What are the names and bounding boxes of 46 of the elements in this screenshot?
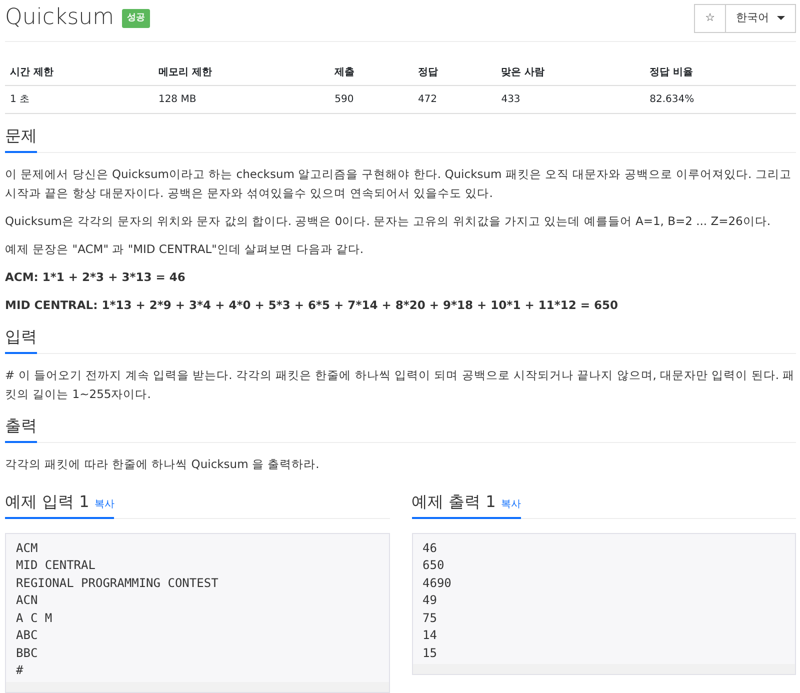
- star-button[interactable]: ☆: [694, 4, 726, 32]
- code-line: BBC: [15, 644, 39, 662]
- copy-link[interactable]: 복사: [94, 498, 114, 510]
- paragraph: MID CENTRAL: 1*13 + 2*9 + 3*4 + 4*0 + 5*3 + 6*5 + 7*14 + 8*20 + 9*18 + 10*1 + 11*12 = 650: [5, 296, 620, 314]
- code-line: 650: [422, 557, 446, 574]
- sample-heading: 예제 출력 1: [412, 492, 496, 510]
- table-cell: 1 초: [5, 85, 154, 113]
- code-line: 4690: [422, 574, 452, 592]
- paragraph: # 이 들어오기 전까지 계속 입력을 받는다. 각각의 패킷은 한줄에 하나씩 입력이 되며 공백으로 시작되거나 끝나지 않으며, 대문자만 입력이 된다. 패킷의 길이는 1~255자이다.: [5, 366, 796, 402]
- section-heading: 출력: [5, 414, 37, 442]
- paragraph: ACM: 1*1 + 2*3 + 3*13 = 46: [5, 268, 186, 286]
- language-dropdown[interactable]: 한국어: [726, 4, 796, 32]
- code-line: 46: [422, 540, 438, 556]
- code-line: 14: [422, 627, 438, 644]
- paragraph: 각각의 패킷에 따라 한줄에 하나씩 Quicksum 을 출력하라.: [5, 456, 320, 472]
- paragraph: 이 문제에서 당신은 Quicksum이라고 하는 checksum 알고리즘을 구현해야 한다. Quicksum 패킷은 오직 대문자와 공백으로 이루어져있다. 그리고 시작과 끝은 항상 대문자이다. 공백은 문자와 섞여있을수 있으며 연속되어서 있을수도 있다.: [5, 166, 792, 202]
- table-cell: 472: [412, 85, 496, 113]
- table-cell: 590: [330, 85, 413, 113]
- code-line: ABC: [15, 627, 39, 644]
- table-cell: 128 MB: [153, 85, 330, 113]
- code-line: ACM: [15, 540, 39, 556]
- column-header: 시간 제한: [5, 60, 154, 85]
- code-line: ACN: [15, 592, 39, 609]
- code-line: 15: [422, 644, 438, 662]
- column-header: 맞은 사람: [496, 60, 645, 85]
- result-badge: 성공: [122, 8, 150, 28]
- code-line: #: [15, 662, 24, 679]
- code-line: MID CENTRAL: [15, 557, 96, 574]
- column-header: 정답 비율: [644, 60, 796, 85]
- table-cell: 433: [496, 85, 645, 113]
- paragraph: 예제 문장은 "ACM" 과 "MID CENTRAL"인데 살펴보면 다음과 같다.: [5, 240, 365, 258]
- table-cell: 82.634%: [644, 85, 796, 113]
- section-heading: 입력: [5, 324, 37, 354]
- column-header: 정답: [412, 60, 496, 85]
- code-line: 75: [422, 610, 438, 626]
- copy-link[interactable]: 복사: [500, 498, 521, 510]
- code-line: REGIONAL PROGRAMMING CONTEST: [15, 574, 220, 592]
- paragraph: Quicksum은 각각의 문자의 위치와 문자 값의 합이다. 공백은 0이다. 문자는 고유의 위치값을 가지고 있는데 예를들어 A=1, B=2 ... Z=26이다.: [5, 212, 772, 230]
- section-heading: 문제: [5, 124, 37, 152]
- column-header: 제출: [330, 60, 413, 85]
- code-line: 49: [422, 592, 438, 609]
- sample-heading: 예제 입력 1: [5, 492, 90, 510]
- caret-icon: [777, 16, 785, 20]
- problem-title: Quicksum: [5, 5, 114, 32]
- column-header: 메모리 제한: [153, 60, 330, 85]
- code-line: A C M: [15, 610, 54, 626]
